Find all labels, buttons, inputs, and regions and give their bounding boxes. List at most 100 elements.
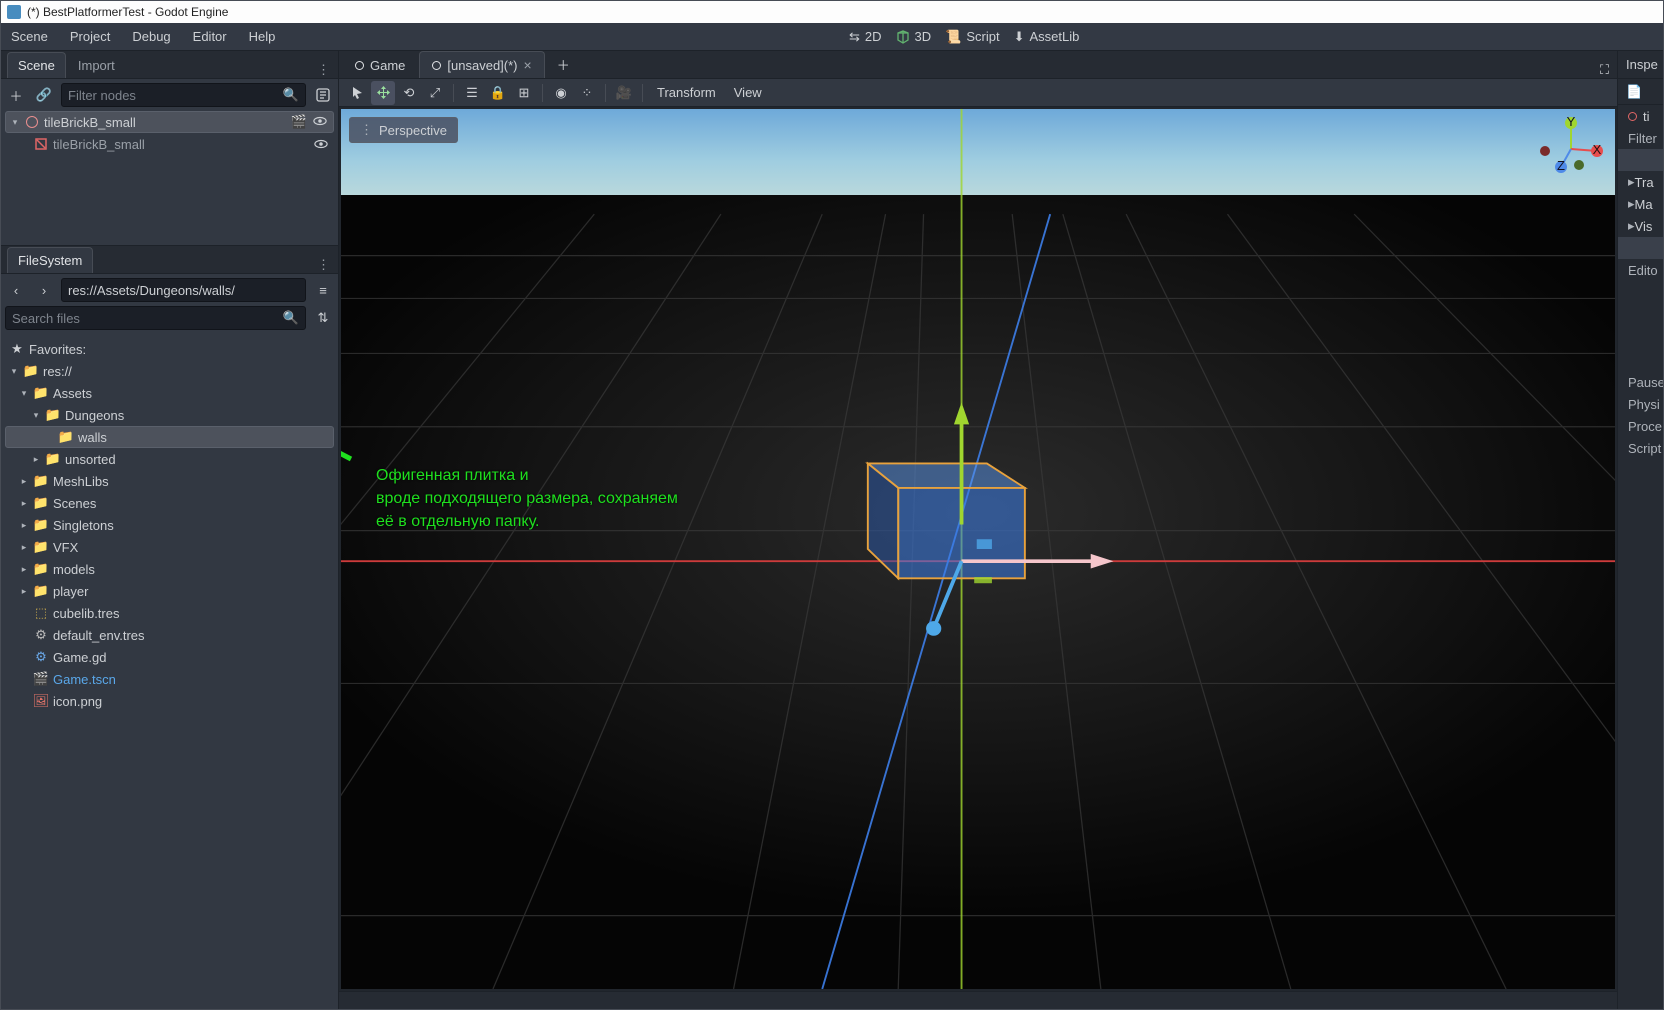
- close-icon[interactable]: ×: [524, 57, 532, 73]
- file-default-env[interactable]: ⚙default_env.tres: [5, 624, 334, 646]
- svg-text:Z: Z: [1557, 158, 1565, 173]
- sort-icon[interactable]: ⇅: [312, 307, 334, 329]
- tab-scene[interactable]: Scene: [7, 52, 66, 78]
- bottom-panel-tabs: [339, 991, 1617, 1009]
- 3d-viewport[interactable]: Perspective Y X Z Офигенная плитка и вро…: [341, 109, 1615, 989]
- search-icon: 🔍: [283, 87, 299, 103]
- rotate-tool-icon[interactable]: ⟲: [397, 81, 421, 105]
- folder-scenes[interactable]: ▸ 📁Scenes: [5, 492, 334, 514]
- folder-models[interactable]: ▸ 📁models: [5, 558, 334, 580]
- inspector-filter[interactable]: Filter: [1618, 127, 1663, 149]
- chevron-down-icon[interactable]: ▾: [31, 410, 41, 421]
- distraction-free-icon[interactable]: ⛶: [1600, 62, 1617, 78]
- file-game-gd[interactable]: ⚙Game.gd: [5, 646, 334, 668]
- search-icon: 🔍: [283, 310, 299, 326]
- tab-inspector[interactable]: Inspe: [1618, 51, 1663, 79]
- prop-process[interactable]: Proce: [1618, 415, 1663, 437]
- lock-icon[interactable]: 🔒: [486, 81, 510, 105]
- dock-menu-icon[interactable]: ⋮: [317, 62, 330, 78]
- scene-root-node[interactable]: ▾ tileBrickB_small 🎬: [5, 111, 334, 133]
- filter-nodes-input[interactable]: 🔍: [61, 83, 306, 107]
- chevron-right-icon[interactable]: ▸: [19, 564, 29, 575]
- section-visibility[interactable]: ▸ Vis: [1618, 215, 1663, 237]
- chevron-right-icon[interactable]: ▸: [19, 542, 29, 553]
- chevron-down-icon[interactable]: ▾: [9, 366, 19, 377]
- chevron-right-icon[interactable]: ▸: [19, 520, 29, 531]
- node-label: tileBrickB_small: [44, 115, 136, 130]
- list-select-icon[interactable]: ☰: [460, 81, 484, 105]
- prop-script[interactable]: Script: [1618, 437, 1663, 459]
- view-menu[interactable]: View: [726, 85, 770, 100]
- add-node-icon[interactable]: ＋: [5, 84, 27, 106]
- visibility-icon[interactable]: [314, 137, 328, 151]
- nav-forward-icon[interactable]: ›: [33, 279, 55, 301]
- section-header[interactable]: [1618, 237, 1663, 259]
- path-field[interactable]: res://Assets/Dungeons/walls/: [61, 278, 306, 302]
- local-space-icon[interactable]: ◉: [549, 81, 573, 105]
- node-label: tileBrickB_small: [53, 137, 145, 152]
- folder-unsorted[interactable]: ▸ 📁unsorted: [5, 448, 334, 470]
- add-scene-icon[interactable]: ＋: [547, 51, 580, 78]
- menu-debug[interactable]: Debug: [132, 29, 170, 44]
- scene-tab-game[interactable]: Game: [343, 53, 417, 78]
- prop-physics[interactable]: Physi: [1618, 393, 1663, 415]
- editor-script-button[interactable]: 📜 Script: [945, 29, 999, 45]
- move-tool-icon[interactable]: [371, 81, 395, 105]
- chevron-down-icon[interactable]: ▾: [19, 388, 29, 399]
- dock-menu-icon[interactable]: ⋮: [317, 257, 330, 273]
- annotation-text: Офигенная плитка и вроде подходящего раз…: [376, 464, 678, 534]
- section-editor[interactable]: Edito: [1618, 259, 1663, 281]
- scene-child-node[interactable]: tileBrickB_small: [5, 133, 334, 155]
- tab-filesystem[interactable]: FileSystem: [7, 247, 93, 273]
- folder-res[interactable]: ▾ 📁res://: [5, 360, 334, 382]
- folder-dungeons[interactable]: ▾ 📁Dungeons: [5, 404, 334, 426]
- menu-project[interactable]: Project: [70, 29, 110, 44]
- section-header[interactable]: [1618, 149, 1663, 171]
- search-files-input[interactable]: 🔍: [5, 306, 306, 330]
- orientation-gizmo[interactable]: Y X Z: [1539, 117, 1603, 181]
- svg-text:Y: Y: [1567, 117, 1576, 129]
- chevron-down-icon[interactable]: ▾: [10, 117, 20, 128]
- editor-assetlib-button[interactable]: ⬇ AssetLib: [1014, 29, 1080, 45]
- editor-2d-button[interactable]: ⇆ 2D: [849, 29, 882, 45]
- window-titlebar: (*) BestPlatformerTest - Godot Engine: [1, 1, 1663, 23]
- camera-override-icon[interactable]: 🎥: [612, 81, 636, 105]
- attach-script-icon[interactable]: [312, 84, 334, 106]
- section-transform[interactable]: ▸ Tra: [1618, 171, 1663, 193]
- snap-icon[interactable]: ⁘: [575, 81, 599, 105]
- chevron-right-icon[interactable]: ▸: [19, 498, 29, 509]
- prop-pause[interactable]: Pause: [1618, 371, 1663, 393]
- folder-vfx[interactable]: ▸ 📁VFX: [5, 536, 334, 558]
- tab-import[interactable]: Import: [68, 53, 125, 78]
- editor-3d-button[interactable]: 3D: [896, 29, 932, 44]
- folder-singletons[interactable]: ▸ 📁Singletons: [5, 514, 334, 536]
- chevron-right-icon[interactable]: ▸: [31, 454, 41, 465]
- menu-help[interactable]: Help: [249, 29, 276, 44]
- perspective-button[interactable]: Perspective: [349, 117, 458, 143]
- nav-back-icon[interactable]: ‹: [5, 279, 27, 301]
- view-mode-icon[interactable]: ≡: [312, 279, 334, 301]
- chevron-right-icon[interactable]: ▸: [19, 476, 29, 487]
- select-tool-icon[interactable]: [345, 81, 369, 105]
- section-matrix[interactable]: ▸ Ma: [1618, 193, 1663, 215]
- scale-tool-icon[interactable]: ⤢: [423, 81, 447, 105]
- chevron-right-icon[interactable]: ▸: [19, 586, 29, 597]
- file-cubelib[interactable]: ⬚cubelib.tres: [5, 602, 334, 624]
- file-icon-png[interactable]: 🖼icon.png: [5, 690, 334, 712]
- scene-tab-unsaved[interactable]: [unsaved](*)×: [419, 51, 544, 78]
- visibility-icon[interactable]: [313, 114, 327, 128]
- folder-assets[interactable]: ▾ 📁Assets: [5, 382, 334, 404]
- inspector-resource[interactable]: ti: [1618, 105, 1663, 127]
- folder-walls[interactable]: 📁walls: [5, 426, 334, 448]
- annotation-arrow: [341, 419, 356, 464]
- transform-menu[interactable]: Transform: [649, 85, 724, 100]
- favorites-label: ★Favorites:: [5, 338, 334, 360]
- menu-scene[interactable]: Scene: [11, 29, 48, 44]
- file-game-tscn[interactable]: 🎬Game.tscn: [5, 668, 334, 690]
- group-icon[interactable]: ⊞: [512, 81, 536, 105]
- menu-editor[interactable]: Editor: [193, 29, 227, 44]
- link-icon[interactable]: 🔗: [33, 84, 55, 106]
- scene-instance-icon[interactable]: 🎬: [291, 114, 307, 130]
- folder-player[interactable]: ▸ 📁player: [5, 580, 334, 602]
- folder-meshlibs[interactable]: ▸ 📁MeshLibs: [5, 470, 334, 492]
